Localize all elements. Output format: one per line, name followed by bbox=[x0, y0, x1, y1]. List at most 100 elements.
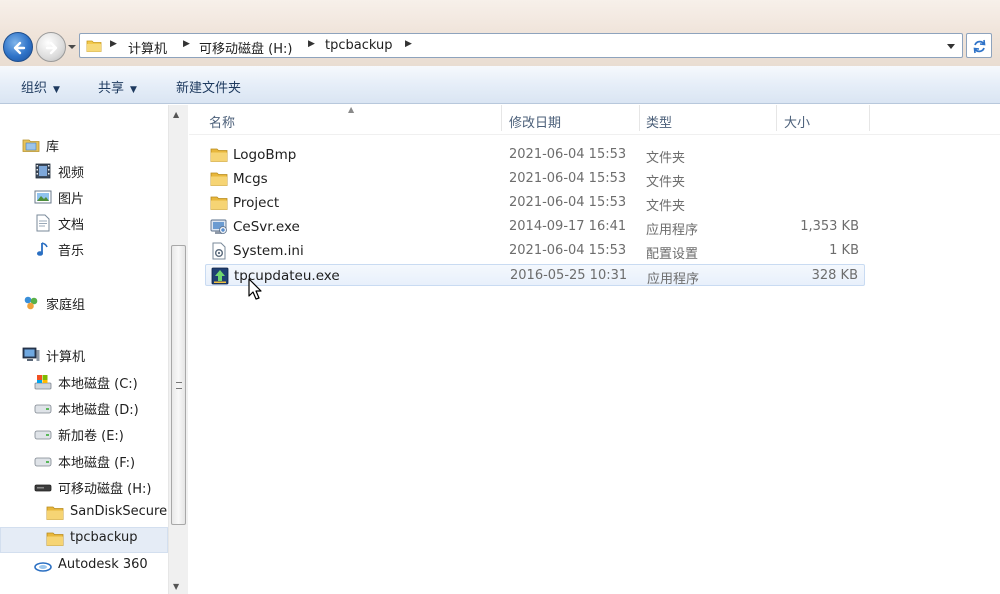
computer-icon bbox=[22, 347, 40, 361]
hard-drive-icon bbox=[34, 404, 52, 414]
nav-sandisksecure-label: SanDiskSecure bbox=[70, 504, 168, 519]
new-folder-button[interactable]: 新建文件夹 bbox=[176, 77, 241, 96]
document-icon bbox=[36, 214, 50, 232]
refresh-button[interactable] bbox=[966, 33, 992, 58]
breadcrumb-separator-icon[interactable]: ▶ bbox=[405, 39, 412, 49]
file-type: 文件夹 bbox=[646, 199, 686, 214]
file-list: ▲ 名称 修改日期 类型 大小 LogoBmp 2021-06-04 15:53… bbox=[189, 105, 1000, 594]
refresh-icon bbox=[973, 39, 986, 54]
nav-drive-c-label: 本地磁盘 (C:) bbox=[58, 377, 138, 392]
column-divider[interactable] bbox=[869, 105, 870, 131]
video-icon bbox=[35, 163, 51, 179]
column-type[interactable]: 类型 bbox=[646, 112, 672, 131]
address-dropdown-icon[interactable] bbox=[946, 43, 956, 51]
chevron-down-icon: ▼ bbox=[130, 85, 137, 95]
column-size[interactable]: 大小 bbox=[784, 112, 810, 131]
hard-drive-icon bbox=[34, 430, 52, 440]
file-type: 配置设置 bbox=[646, 247, 699, 262]
scrollbar-thumb[interactable] bbox=[171, 245, 186, 525]
forward-button[interactable] bbox=[36, 32, 66, 62]
breadcrumb-separator-icon[interactable]: ▶ bbox=[183, 39, 190, 49]
file-row-project[interactable]: Project 2021-06-04 15:53 文件夹 bbox=[205, 192, 865, 214]
file-name: System.ini bbox=[233, 243, 304, 259]
file-type: 文件夹 bbox=[646, 151, 686, 166]
system-drive-icon bbox=[34, 375, 52, 390]
file-row-cesvr[interactable]: CeSvr.exe 2014-09-17 16:41 应用程序 1,353 KB bbox=[205, 216, 865, 238]
grip-icon bbox=[176, 382, 182, 389]
folder-icon bbox=[210, 148, 228, 162]
file-date: 2021-06-04 15:53 bbox=[509, 171, 627, 186]
column-divider[interactable] bbox=[501, 105, 502, 131]
mouse-cursor-icon bbox=[248, 278, 262, 300]
organize-button[interactable]: 组织 ▼ bbox=[21, 77, 60, 96]
sort-ascending-icon: ▲ bbox=[348, 105, 355, 114]
file-type: 应用程序 bbox=[646, 223, 699, 238]
navigation-pane: 库 视频 图片 文档 音乐 家庭组 计算机 本地磁盘 (C:) 本地磁盘 (D:… bbox=[0, 105, 188, 594]
folder-icon bbox=[46, 506, 64, 520]
file-name: LogoBmp bbox=[233, 147, 297, 163]
file-size: 1,353 KB bbox=[800, 219, 859, 234]
column-divider[interactable] bbox=[639, 105, 640, 131]
back-arrow-icon bbox=[13, 41, 26, 55]
nav-videos-label: 视频 bbox=[58, 166, 85, 181]
folder-icon bbox=[210, 172, 228, 186]
picture-icon bbox=[34, 190, 52, 204]
file-name: Project bbox=[233, 195, 280, 211]
nav-autodesk-label: Autodesk 360 bbox=[58, 557, 148, 572]
column-date-modified[interactable]: 修改日期 bbox=[509, 112, 561, 131]
folder-icon bbox=[86, 40, 102, 52]
nav-computer-label: 计算机 bbox=[46, 350, 86, 365]
nav-pictures-label: 图片 bbox=[58, 192, 85, 207]
scroll-down-icon[interactable]: ▼ bbox=[173, 582, 179, 591]
nav-drive-d-label: 本地磁盘 (D:) bbox=[58, 403, 139, 418]
breadcrumb-computer[interactable]: 计算机 bbox=[128, 38, 167, 57]
file-row-mcgs[interactable]: Mcgs 2021-06-04 15:53 文件夹 bbox=[205, 168, 865, 190]
address-bar[interactable]: ▶ 计算机 ▶ 可移动磁盘 (H:) ▶ tpcbackup ▶ bbox=[79, 33, 963, 58]
share-button[interactable]: 共享 ▼ bbox=[98, 77, 137, 96]
nav-libraries-label: 库 bbox=[46, 140, 60, 155]
nav-scrollbar[interactable]: ▲ ▼ bbox=[168, 105, 188, 594]
command-bar: 组织 ▼ 共享 ▼ 新建文件夹 bbox=[0, 66, 1000, 104]
file-row-tpcupdateu[interactable]: tpcupdateu.exe 2016-05-25 10:31 应用程序 328… bbox=[205, 264, 865, 287]
breadcrumb-separator-icon[interactable]: ▶ bbox=[110, 39, 117, 49]
title-bar: ▶ 计算机 ▶ 可移动磁盘 (H:) ▶ tpcbackup ▶ bbox=[0, 0, 1000, 66]
file-name: Mcgs bbox=[233, 171, 268, 187]
breadcrumb-tpcbackup[interactable]: tpcbackup bbox=[325, 38, 392, 53]
exe-update-icon bbox=[211, 267, 229, 285]
nav-homegroup-label: 家庭组 bbox=[46, 298, 86, 313]
file-size: 1 KB bbox=[829, 243, 859, 258]
nav-drive-f-label: 本地磁盘 (F:) bbox=[58, 456, 136, 471]
folder-icon bbox=[46, 532, 64, 546]
chevron-down-icon: ▼ bbox=[53, 85, 60, 95]
breadcrumb-separator-icon[interactable]: ▶ bbox=[308, 39, 315, 49]
removable-drive-icon bbox=[34, 484, 52, 492]
hard-drive-icon bbox=[34, 457, 52, 467]
file-row-logobmp[interactable]: LogoBmp 2021-06-04 15:53 文件夹 bbox=[205, 144, 865, 166]
share-label: 共享 bbox=[98, 81, 125, 96]
file-date: 2021-06-04 15:53 bbox=[509, 243, 627, 258]
scroll-up-icon[interactable]: ▲ bbox=[173, 110, 179, 119]
nav-tpcbackup-label: tpcbackup bbox=[70, 530, 138, 545]
file-date: 2014-09-17 16:41 bbox=[509, 219, 627, 234]
back-button[interactable] bbox=[3, 32, 33, 62]
folder-icon bbox=[210, 196, 228, 210]
file-row-system-ini[interactable]: System.ini 2021-06-04 15:53 配置设置 1 KB bbox=[205, 240, 865, 262]
column-divider[interactable] bbox=[776, 105, 777, 131]
column-name[interactable]: 名称 bbox=[209, 112, 235, 131]
file-date: 2021-06-04 15:53 bbox=[509, 195, 627, 210]
nav-documents-label: 文档 bbox=[58, 218, 85, 233]
ini-settings-icon bbox=[212, 242, 226, 260]
file-name: CeSvr.exe bbox=[233, 219, 300, 235]
breadcrumb-drive-h[interactable]: 可移动磁盘 (H:) bbox=[199, 38, 292, 57]
music-icon bbox=[37, 242, 48, 256]
organize-label: 组织 bbox=[21, 81, 48, 96]
file-size: 328 KB bbox=[811, 268, 858, 283]
nav-drive-e-label: 新加卷 (E:) bbox=[58, 429, 124, 444]
nav-drive-h-label: 可移动磁盘 (H:) bbox=[58, 482, 152, 497]
library-icon bbox=[22, 139, 40, 152]
forward-arrow-icon bbox=[45, 41, 58, 55]
file-type: 应用程序 bbox=[647, 272, 700, 287]
autodesk-360-icon bbox=[34, 562, 52, 572]
file-date: 2016-05-25 10:31 bbox=[510, 268, 628, 283]
recent-pages-dropdown-icon[interactable] bbox=[67, 42, 77, 52]
